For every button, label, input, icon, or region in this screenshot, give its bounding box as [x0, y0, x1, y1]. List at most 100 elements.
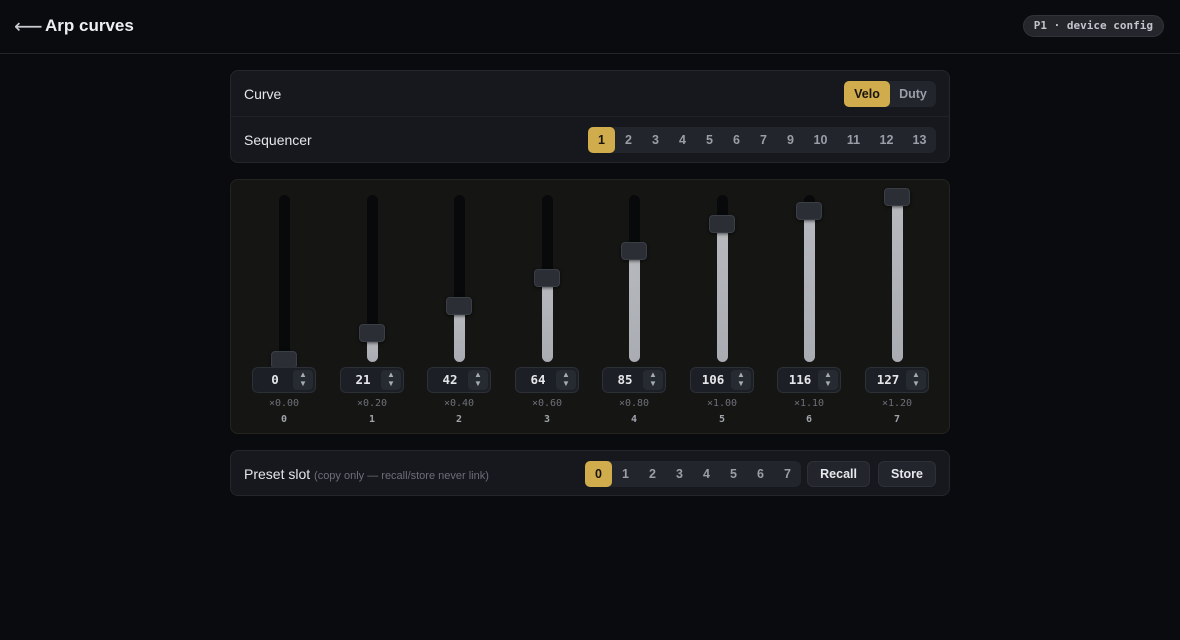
fader-value[interactable]: 0: [253, 368, 297, 392]
fader-fill: [454, 307, 465, 362]
chevron-up-down-icon[interactable]: ▲ ▼: [381, 370, 401, 390]
fader-track[interactable]: [892, 195, 903, 362]
value-stepper[interactable]: 21 ▲ ▼: [340, 367, 404, 393]
fader-channel-7: 127 ▲ ▼ ×1.20 7: [862, 180, 932, 435]
sequencer-step-13[interactable]: 13: [903, 127, 936, 153]
preset-slot-title: Preset slot: [244, 466, 311, 482]
top-bar: ⟵ Arp curves P1 · device config: [0, 0, 1180, 54]
preset-slot-7[interactable]: 7: [774, 461, 801, 487]
chevron-down-icon[interactable]: ▼: [381, 379, 401, 389]
chevron-down-icon[interactable]: ▼: [731, 379, 751, 389]
sequencer-step-11[interactable]: 11: [837, 127, 870, 153]
fader-track[interactable]: [629, 195, 640, 362]
value-stepper[interactable]: 42 ▲ ▼: [427, 367, 491, 393]
fader-fill: [542, 278, 553, 362]
preset-slot-5[interactable]: 5: [720, 461, 747, 487]
fader-multiplier: ×0.60: [531, 398, 563, 409]
fader-multiplier: ×1.10: [793, 398, 825, 409]
fader-fill: [804, 209, 815, 362]
fader-multiplier: ×0.20: [356, 398, 388, 409]
fader-index: 0: [280, 414, 288, 425]
fader-index: 3: [543, 414, 551, 425]
sequencer-step-5[interactable]: 5: [696, 127, 723, 153]
fader-index: 5: [718, 414, 726, 425]
value-stepper[interactable]: 116 ▲ ▼: [777, 367, 841, 393]
curve-option-velo[interactable]: Velo: [844, 81, 890, 107]
sequencer-label: Sequencer: [244, 132, 312, 148]
chevron-down-icon[interactable]: ▼: [293, 379, 313, 389]
fader-channel-2: 42 ▲ ▼ ×0.40 2: [424, 180, 494, 435]
chevron-down-icon[interactable]: ▼: [556, 379, 576, 389]
recall-button[interactable]: Recall: [807, 461, 870, 487]
value-stepper[interactable]: 85 ▲ ▼: [602, 367, 666, 393]
preset-slot-2[interactable]: 2: [639, 461, 666, 487]
chevron-down-icon[interactable]: ▼: [643, 379, 663, 389]
fader-handle[interactable]: [446, 297, 472, 315]
fader-index: 2: [455, 414, 463, 425]
value-stepper[interactable]: 64 ▲ ▼: [515, 367, 579, 393]
sequencer-step-10[interactable]: 10: [804, 127, 837, 153]
page-title: Arp curves: [45, 16, 134, 35]
fader-track[interactable]: [804, 195, 815, 362]
device-config-badge: P1 · device config: [1022, 15, 1164, 37]
fader-value[interactable]: 116: [778, 368, 822, 392]
fader-multiplier: ×0.80: [618, 398, 650, 409]
store-button[interactable]: Store: [878, 461, 936, 487]
sequencer-step-1[interactable]: 1: [588, 127, 615, 153]
chevron-up-down-icon[interactable]: ▲ ▼: [818, 370, 838, 390]
fader-multiplier: ×0.00: [268, 398, 300, 409]
fader-handle[interactable]: [621, 242, 647, 260]
chevron-down-icon[interactable]: ▼: [468, 379, 488, 389]
fader-value[interactable]: 127: [866, 368, 910, 392]
chevron-up-down-icon[interactable]: ▲ ▼: [468, 370, 488, 390]
preset-slot-note: (copy only — recall/store never link): [314, 470, 489, 482]
settings-card: Curve Velo Duty Sequencer 1 2 3 4 5 6 7 9 10 11 12…: [230, 70, 950, 163]
fader-handle[interactable]: [796, 202, 822, 220]
preset-slot-1[interactable]: 1: [612, 461, 639, 487]
preset-slot-4[interactable]: 4: [693, 461, 720, 487]
chevron-down-icon[interactable]: ▼: [818, 379, 838, 389]
fader-channel-4: 85 ▲ ▼ ×0.80 4: [599, 180, 669, 435]
sequencer-step-7[interactable]: 7: [750, 127, 777, 153]
fader-fill: [629, 250, 640, 362]
fader-value[interactable]: 64: [516, 368, 560, 392]
fader-handle[interactable]: [884, 188, 910, 206]
fader-value[interactable]: 85: [603, 368, 647, 392]
fader-channel-6: 116 ▲ ▼ ×1.10 6: [774, 180, 844, 435]
fader-bank: 0 ▲ ▼ ×0.00 0 21 ▲ ▼ ×0.20 1 42 ▲ ▼ ×0.40 2 64 ▲ ▼ ×0.60 3 8…: [230, 179, 950, 434]
chevron-down-icon[interactable]: ▼: [906, 379, 926, 389]
chevron-up-down-icon[interactable]: ▲ ▼: [906, 370, 926, 390]
arrow-left-icon[interactable]: ⟵: [14, 14, 43, 40]
fader-track[interactable]: [454, 195, 465, 362]
curve-option-duty[interactable]: Duty: [890, 81, 936, 107]
preset-slot-label: Preset slot (copy only — recall/store ne…: [244, 466, 489, 482]
fader-index: 1: [368, 414, 376, 425]
preset-slot-0[interactable]: 0: [585, 461, 612, 487]
preset-slot-3[interactable]: 3: [666, 461, 693, 487]
fader-index: 6: [805, 414, 813, 425]
chevron-up-down-icon[interactable]: ▲ ▼: [731, 370, 751, 390]
sequencer-step-4[interactable]: 4: [669, 127, 696, 153]
curve-label: Curve: [244, 86, 282, 102]
value-stepper[interactable]: 106 ▲ ▼: [690, 367, 754, 393]
fader-track[interactable]: [279, 195, 290, 362]
sequencer-step-6[interactable]: 6: [723, 127, 750, 153]
fader-handle[interactable]: [359, 324, 385, 342]
sequencer-step-12[interactable]: 12: [870, 127, 903, 153]
preset-slot-6[interactable]: 6: [747, 461, 774, 487]
chevron-up-down-icon[interactable]: ▲ ▼: [556, 370, 576, 390]
fader-value[interactable]: 21: [341, 368, 385, 392]
fader-multiplier: ×1.20: [881, 398, 913, 409]
value-stepper[interactable]: 0 ▲ ▼: [252, 367, 316, 393]
fader-handle[interactable]: [709, 215, 735, 233]
fader-value[interactable]: 42: [428, 368, 472, 392]
fader-fill: [892, 195, 903, 362]
chevron-up-down-icon[interactable]: ▲ ▼: [293, 370, 313, 390]
chevron-up-down-icon[interactable]: ▲ ▼: [643, 370, 663, 390]
fader-handle[interactable]: [534, 269, 560, 287]
fader-value[interactable]: 106: [691, 368, 735, 392]
sequencer-step-9[interactable]: 9: [777, 127, 804, 153]
sequencer-step-2[interactable]: 2: [615, 127, 642, 153]
sequencer-step-3[interactable]: 3: [642, 127, 669, 153]
value-stepper[interactable]: 127 ▲ ▼: [865, 367, 929, 393]
